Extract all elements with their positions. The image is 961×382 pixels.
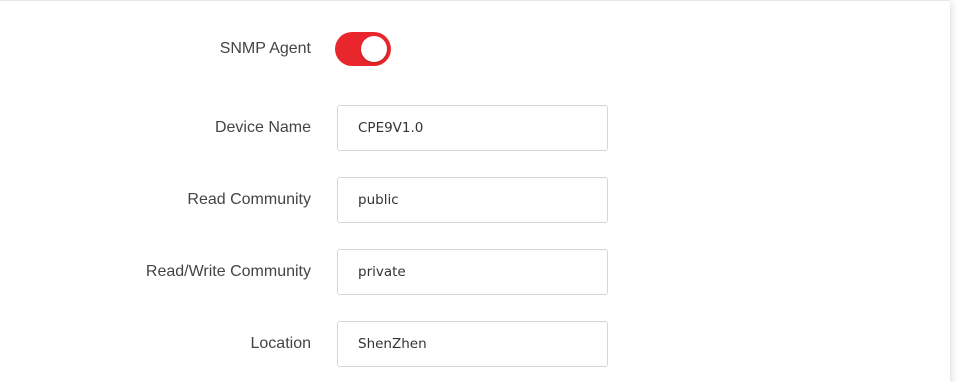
read-write-community-input[interactable] xyxy=(337,249,608,295)
read-write-community-row: Read/Write Community xyxy=(0,249,950,295)
snmp-agent-label: SNMP Agent xyxy=(219,40,311,57)
snmp-agent-toggle[interactable] xyxy=(335,32,391,66)
read-community-label: Read Community xyxy=(187,191,311,208)
device-name-label: Device Name xyxy=(214,119,311,136)
snmp-settings-panel: SNMP Agent Device Name Read Community Re… xyxy=(0,0,950,382)
location-label: Location xyxy=(250,335,312,352)
snmp-agent-row: SNMP Agent xyxy=(0,29,950,69)
read-community-row: Read Community xyxy=(0,177,950,223)
location-row: Location xyxy=(0,321,950,367)
location-input[interactable] xyxy=(337,321,608,367)
read-community-input[interactable] xyxy=(337,177,608,223)
read-write-community-label: Read/Write Community xyxy=(145,263,311,280)
device-name-input[interactable] xyxy=(337,105,608,151)
toggle-knob xyxy=(361,36,387,62)
device-name-row: Device Name xyxy=(0,105,950,151)
